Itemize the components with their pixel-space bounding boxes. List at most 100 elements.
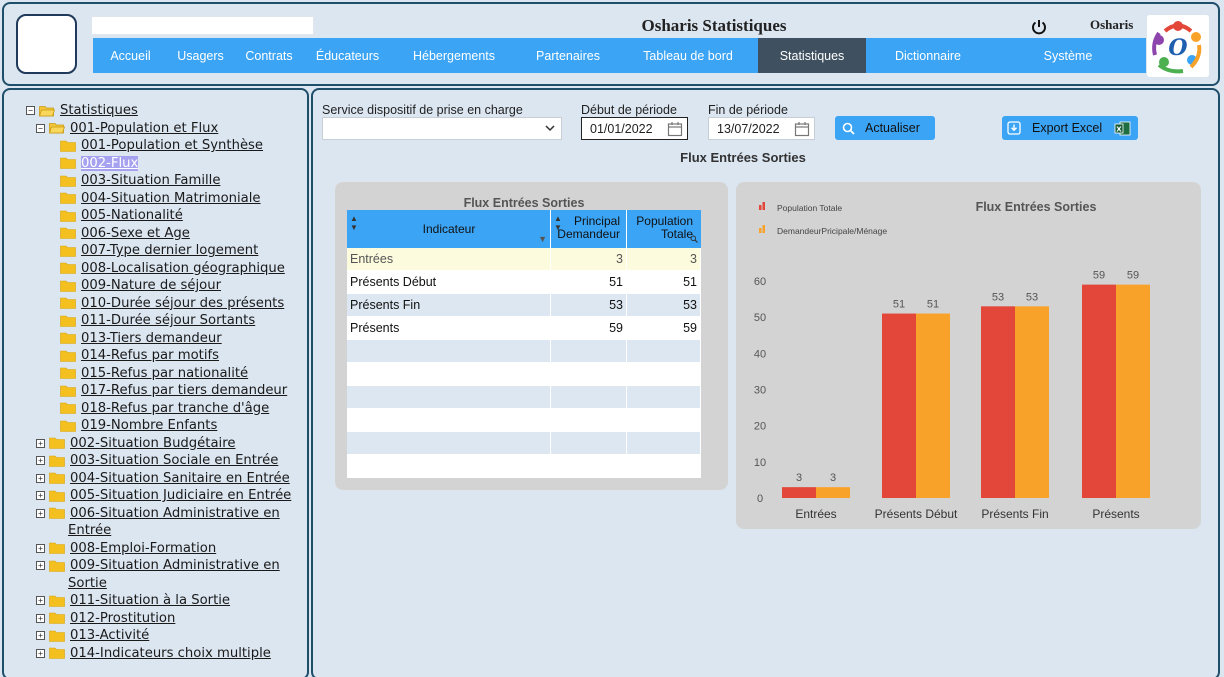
tree-item-label[interactable]: 014-Indicateurs choix multiple [70,646,271,661]
tree-item-label[interactable]: 009-Nature de séjour [81,278,221,293]
expand-icon[interactable]: + [36,648,45,658]
tree-item[interactable]: +009-Situation Administrative en [26,557,307,575]
tree-item-label[interactable]: Statistiques [60,103,138,118]
tree-item[interactable]: +006-Situation Administrative en [26,505,307,523]
tree-item[interactable]: 013-Tiers demandeur [26,330,307,348]
tree-item-label[interactable]: 008-Localisation géographique [81,261,285,276]
tree-item-label[interactable]: Entrée [68,523,111,538]
nav-item-6[interactable]: Tableau de bord [618,38,758,73]
expand-icon[interactable]: + [36,473,45,483]
tree-item[interactable]: 001-Population et Synthèse [26,137,307,155]
global-search-input[interactable] [91,16,314,35]
tree-item-label[interactable]: 002-Situation Budgétaire [70,436,235,451]
tree-item[interactable]: +012-Prostitution [26,610,307,628]
column-header-population[interactable]: Population Totale [627,210,701,248]
collapse-icon[interactable]: − [26,106,35,116]
tree-item-label[interactable]: 001-Population et Flux [70,121,218,136]
table-row[interactable]: Présents Début 51 51 [347,271,701,294]
expand-icon[interactable]: + [36,613,45,623]
tree-item[interactable]: 017-Refus par tiers demandeur [26,382,307,400]
tree-item-label[interactable]: 006-Sexe et Age [81,226,190,241]
expand-icon[interactable]: + [36,456,45,466]
tree-item-label[interactable]: 013-Tiers demandeur [81,331,222,346]
tree-item-label[interactable]: Sortie [68,576,107,591]
calendar-icon[interactable] [794,121,810,137]
tree-item-label[interactable]: 012-Prostitution [70,611,175,626]
expand-icon[interactable]: + [36,631,45,641]
tree-item-label[interactable]: 001-Population et Synthèse [81,138,263,153]
table-row[interactable]: Présents Fin 53 53 [347,294,701,317]
tree-item-label[interactable]: 004-Situation Matrimoniale [81,191,261,206]
tree-item[interactable]: 003-Situation Famille [26,172,307,190]
nav-item-7[interactable]: Statistiques [758,38,866,73]
search-icon[interactable] [690,235,698,243]
tree-item[interactable]: +008-Emploi-Formation [26,540,307,558]
expand-icon[interactable]: + [36,438,45,448]
calendar-icon[interactable] [667,121,683,137]
nav-item-1[interactable]: Usagers [168,38,233,73]
tree-item[interactable]: 015-Refus par nationalité [26,365,307,383]
tree-item-label[interactable]: 014-Refus par motifs [81,348,219,363]
tree-item[interactable]: 007-Type dernier logement [26,242,307,260]
tree-item-label[interactable]: 003-Situation Famille [81,173,220,188]
tree-item-label[interactable]: 008-Emploi-Formation [70,541,216,556]
nav-item-5[interactable]: Partenaires [518,38,618,73]
tree-item[interactable]: 011-Durée séjour Sortants [26,312,307,330]
tree-item[interactable]: − 001-Population et Flux [26,120,307,138]
expand-icon[interactable]: + [36,596,45,606]
table-row[interactable] [347,363,701,386]
tree-item[interactable]: 010-Durée séjour des présents [26,295,307,313]
tree-item-label[interactable]: 002-Flux [81,155,139,171]
tree-item-label[interactable]: 005-Situation Judiciaire en Entrée [70,488,291,503]
tree-item-continuation[interactable]: Entrée [26,522,307,540]
nav-item-8[interactable]: Dictionnaire [866,38,990,73]
start-date-input[interactable]: 01/01/2022 [581,117,688,140]
table-row[interactable] [347,386,701,409]
tree-item-label[interactable]: 018-Refus par tranche d'âge [81,401,269,416]
tree-item[interactable]: +004-Situation Sanitaire en Entrée [26,470,307,488]
expand-icon[interactable]: + [36,491,45,501]
nav-item-4[interactable]: Hébergements [390,38,518,73]
column-header-principal[interactable]: ▲ ▼ Principal Demandeur [551,210,627,248]
tree-item[interactable]: 014-Refus par motifs [26,347,307,365]
tree-item-label[interactable]: 013-Activité [70,628,149,643]
tree-item-label[interactable]: 011-Durée séjour Sortants [81,313,255,328]
table-row[interactable] [347,409,701,432]
tree-item[interactable]: +011-Situation à la Sortie [26,592,307,610]
tree-item[interactable]: 018-Refus par tranche d'âge [26,400,307,418]
expand-icon[interactable]: + [36,543,45,553]
service-select[interactable] [322,117,562,140]
tree-item[interactable]: 019-Nombre Enfants [26,417,307,435]
tree-item[interactable]: − Statistiques [26,102,307,120]
collapse-icon[interactable]: − [36,123,45,133]
nav-item-2[interactable]: Contrats [233,38,305,73]
tree-item-label[interactable]: 007-Type dernier logement [81,243,258,258]
tree-item[interactable]: +003-Situation Sociale en Entrée [26,452,307,470]
tree-item[interactable]: +014-Indicateurs choix multiple [26,645,307,663]
refresh-button[interactable]: Actualiser [835,116,935,140]
tree-item[interactable]: 004-Situation Matrimoniale [26,190,307,208]
tree-item-label[interactable]: 011-Situation à la Sortie [70,593,230,608]
tree-item-label[interactable]: 017-Refus par tiers demandeur [81,383,287,398]
tree-item-label[interactable]: 019-Nombre Enfants [81,418,217,433]
table-row[interactable] [347,340,701,363]
tree-item-label[interactable]: 004-Situation Sanitaire en Entrée [70,471,290,486]
tree-item[interactable]: 008-Localisation géographique [26,260,307,278]
table-row[interactable]: Entrées 3 3 [347,248,701,271]
tree-item-continuation[interactable]: Sortie [26,575,307,593]
export-excel-button[interactable]: Export Excel X [1002,116,1138,140]
power-icon[interactable] [1030,18,1048,36]
tree-item-label[interactable]: 015-Refus par nationalité [81,366,248,381]
tree-item[interactable]: 006-Sexe et Age [26,225,307,243]
nav-item-9[interactable]: Système [990,38,1146,73]
column-header-indicateur[interactable]: ▲ ▼ Indicateur ▼ [347,210,551,248]
tree-item[interactable]: 005-Nationalité [26,207,307,225]
table-row[interactable] [347,432,701,455]
tree-item-label[interactable]: 009-Situation Administrative en [70,558,280,573]
table-row[interactable]: Présents 59 59 [347,317,701,340]
table-row[interactable] [347,455,701,478]
expand-icon[interactable]: + [36,508,45,518]
tree-item[interactable]: +002-Situation Budgétaire [26,435,307,453]
tree-item-label[interactable]: 006-Situation Administrative en [70,506,280,521]
filter-icon[interactable]: ▼ [538,234,547,244]
